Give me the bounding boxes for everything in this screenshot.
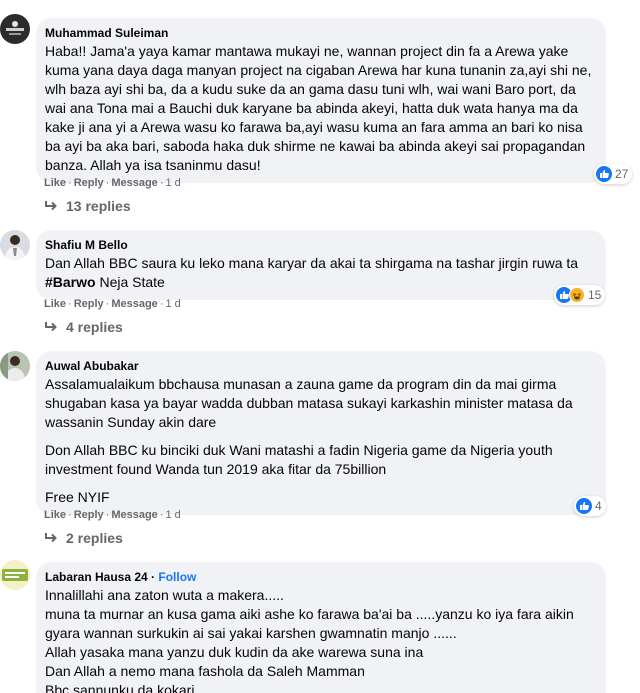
comment-line: Dan Allah a nemo mana fashola da Saleh M… xyxy=(45,663,365,679)
replies-count: 2 replies xyxy=(66,530,123,546)
reaction-count: 4 xyxy=(595,499,602,513)
comment-actions: Like · Reply · Message · 1 d xyxy=(44,177,181,189)
reaction-summary[interactable]: 15 xyxy=(554,285,606,305)
reply-link[interactable]: Reply xyxy=(74,177,104,189)
comment-text: Dan Allah BBC saura ku leko mana karyar … xyxy=(45,254,596,292)
replies-count: 4 replies xyxy=(66,319,123,335)
comment-line: muna ta murnar an kusa gama aiki ashe ko… xyxy=(45,606,574,641)
comment-text-end: Neja State xyxy=(95,274,165,290)
timestamp[interactable]: 1 d xyxy=(165,298,180,310)
comment-author[interactable]: Auwal Abubakar xyxy=(45,358,596,374)
comment-bubble: Auwal Abubakar Assalamualaikum bbchausa … xyxy=(36,351,606,515)
comment-paragraph: Assalamualaikum bbchausa munasan a zauna… xyxy=(45,376,573,430)
timestamp[interactable]: 1 d xyxy=(165,509,180,521)
comment-text-start: Dan Allah BBC saura ku leko mana karyar … xyxy=(45,255,579,271)
view-replies-link[interactable]: 4 replies xyxy=(44,319,123,335)
reaction-summary[interactable]: 27 xyxy=(594,164,633,184)
follow-button[interactable]: Follow xyxy=(158,570,196,584)
avatar[interactable] xyxy=(0,230,30,260)
comment-paragraph: Don Allah BBC ku binciki duk Wani matash… xyxy=(45,442,553,477)
reply-arrow-icon xyxy=(45,322,57,332)
avatar-image-icon xyxy=(0,351,30,381)
comment-author[interactable]: Muhammad Suleiman xyxy=(45,25,596,41)
author-name[interactable]: Labaran Hausa 24 xyxy=(45,570,148,584)
comment-bubble: Labaran Hausa 24 · Follow Innalillahi an… xyxy=(36,562,606,693)
haha-reaction-icon xyxy=(569,287,585,303)
view-replies-link[interactable]: 2 replies xyxy=(44,530,123,546)
timestamp[interactable]: 1 d xyxy=(165,177,180,189)
comment-bubble: Muhammad Suleiman Haba!! Jama'a yaya kam… xyxy=(36,18,606,183)
reaction-summary[interactable]: 4 xyxy=(574,496,606,516)
comment-author[interactable]: Shafiu M Bello xyxy=(45,237,596,253)
message-link[interactable]: Message xyxy=(111,298,157,310)
avatar-image-icon xyxy=(0,14,30,44)
comment-bubble: Shafiu M Bello Dan Allah BBC saura ku le… xyxy=(36,230,606,300)
like-link[interactable]: Like xyxy=(44,177,66,189)
reply-link[interactable]: Reply xyxy=(74,509,104,521)
avatar-image-icon xyxy=(0,560,30,590)
reply-arrow-icon xyxy=(45,533,57,543)
comment-author: Labaran Hausa 24 · Follow xyxy=(45,570,197,584)
reply-arrow-icon xyxy=(45,201,57,211)
avatar-image-icon xyxy=(0,230,30,260)
view-replies-link[interactable]: 13 replies xyxy=(44,198,131,214)
reaction-count: 27 xyxy=(615,167,629,181)
message-link[interactable]: Message xyxy=(111,177,157,189)
comment-actions: Like · Reply · Message · 1 d xyxy=(44,298,181,310)
reply-link[interactable]: Reply xyxy=(74,298,104,310)
avatar[interactable] xyxy=(0,560,30,590)
comment-line: Allah yasaka mana yanzu duk kudin da ake… xyxy=(45,644,424,660)
comment-line: Innalillahi ana zaton wuta a makera..... xyxy=(45,587,284,603)
comment-line: Bbc sannunku da kokari xyxy=(45,682,195,693)
like-reaction-icon xyxy=(596,166,612,182)
replies-count: 13 replies xyxy=(66,198,131,214)
like-link[interactable]: Like xyxy=(44,298,66,310)
message-link[interactable]: Message xyxy=(111,509,157,521)
like-link[interactable]: Like xyxy=(44,509,66,521)
like-reaction-icon xyxy=(576,498,592,514)
comment-paragraph: Free NYIF xyxy=(45,489,110,505)
avatar[interactable] xyxy=(0,351,30,381)
reaction-count: 15 xyxy=(588,288,602,302)
comment-actions: Like · Reply · Message · 1 d xyxy=(44,509,181,521)
comment-text: Haba!! Jama'a yaya kamar mantawa mukayi … xyxy=(45,43,592,173)
avatar[interactable] xyxy=(0,14,30,44)
hashtag-link[interactable]: #Barwo xyxy=(45,274,96,290)
